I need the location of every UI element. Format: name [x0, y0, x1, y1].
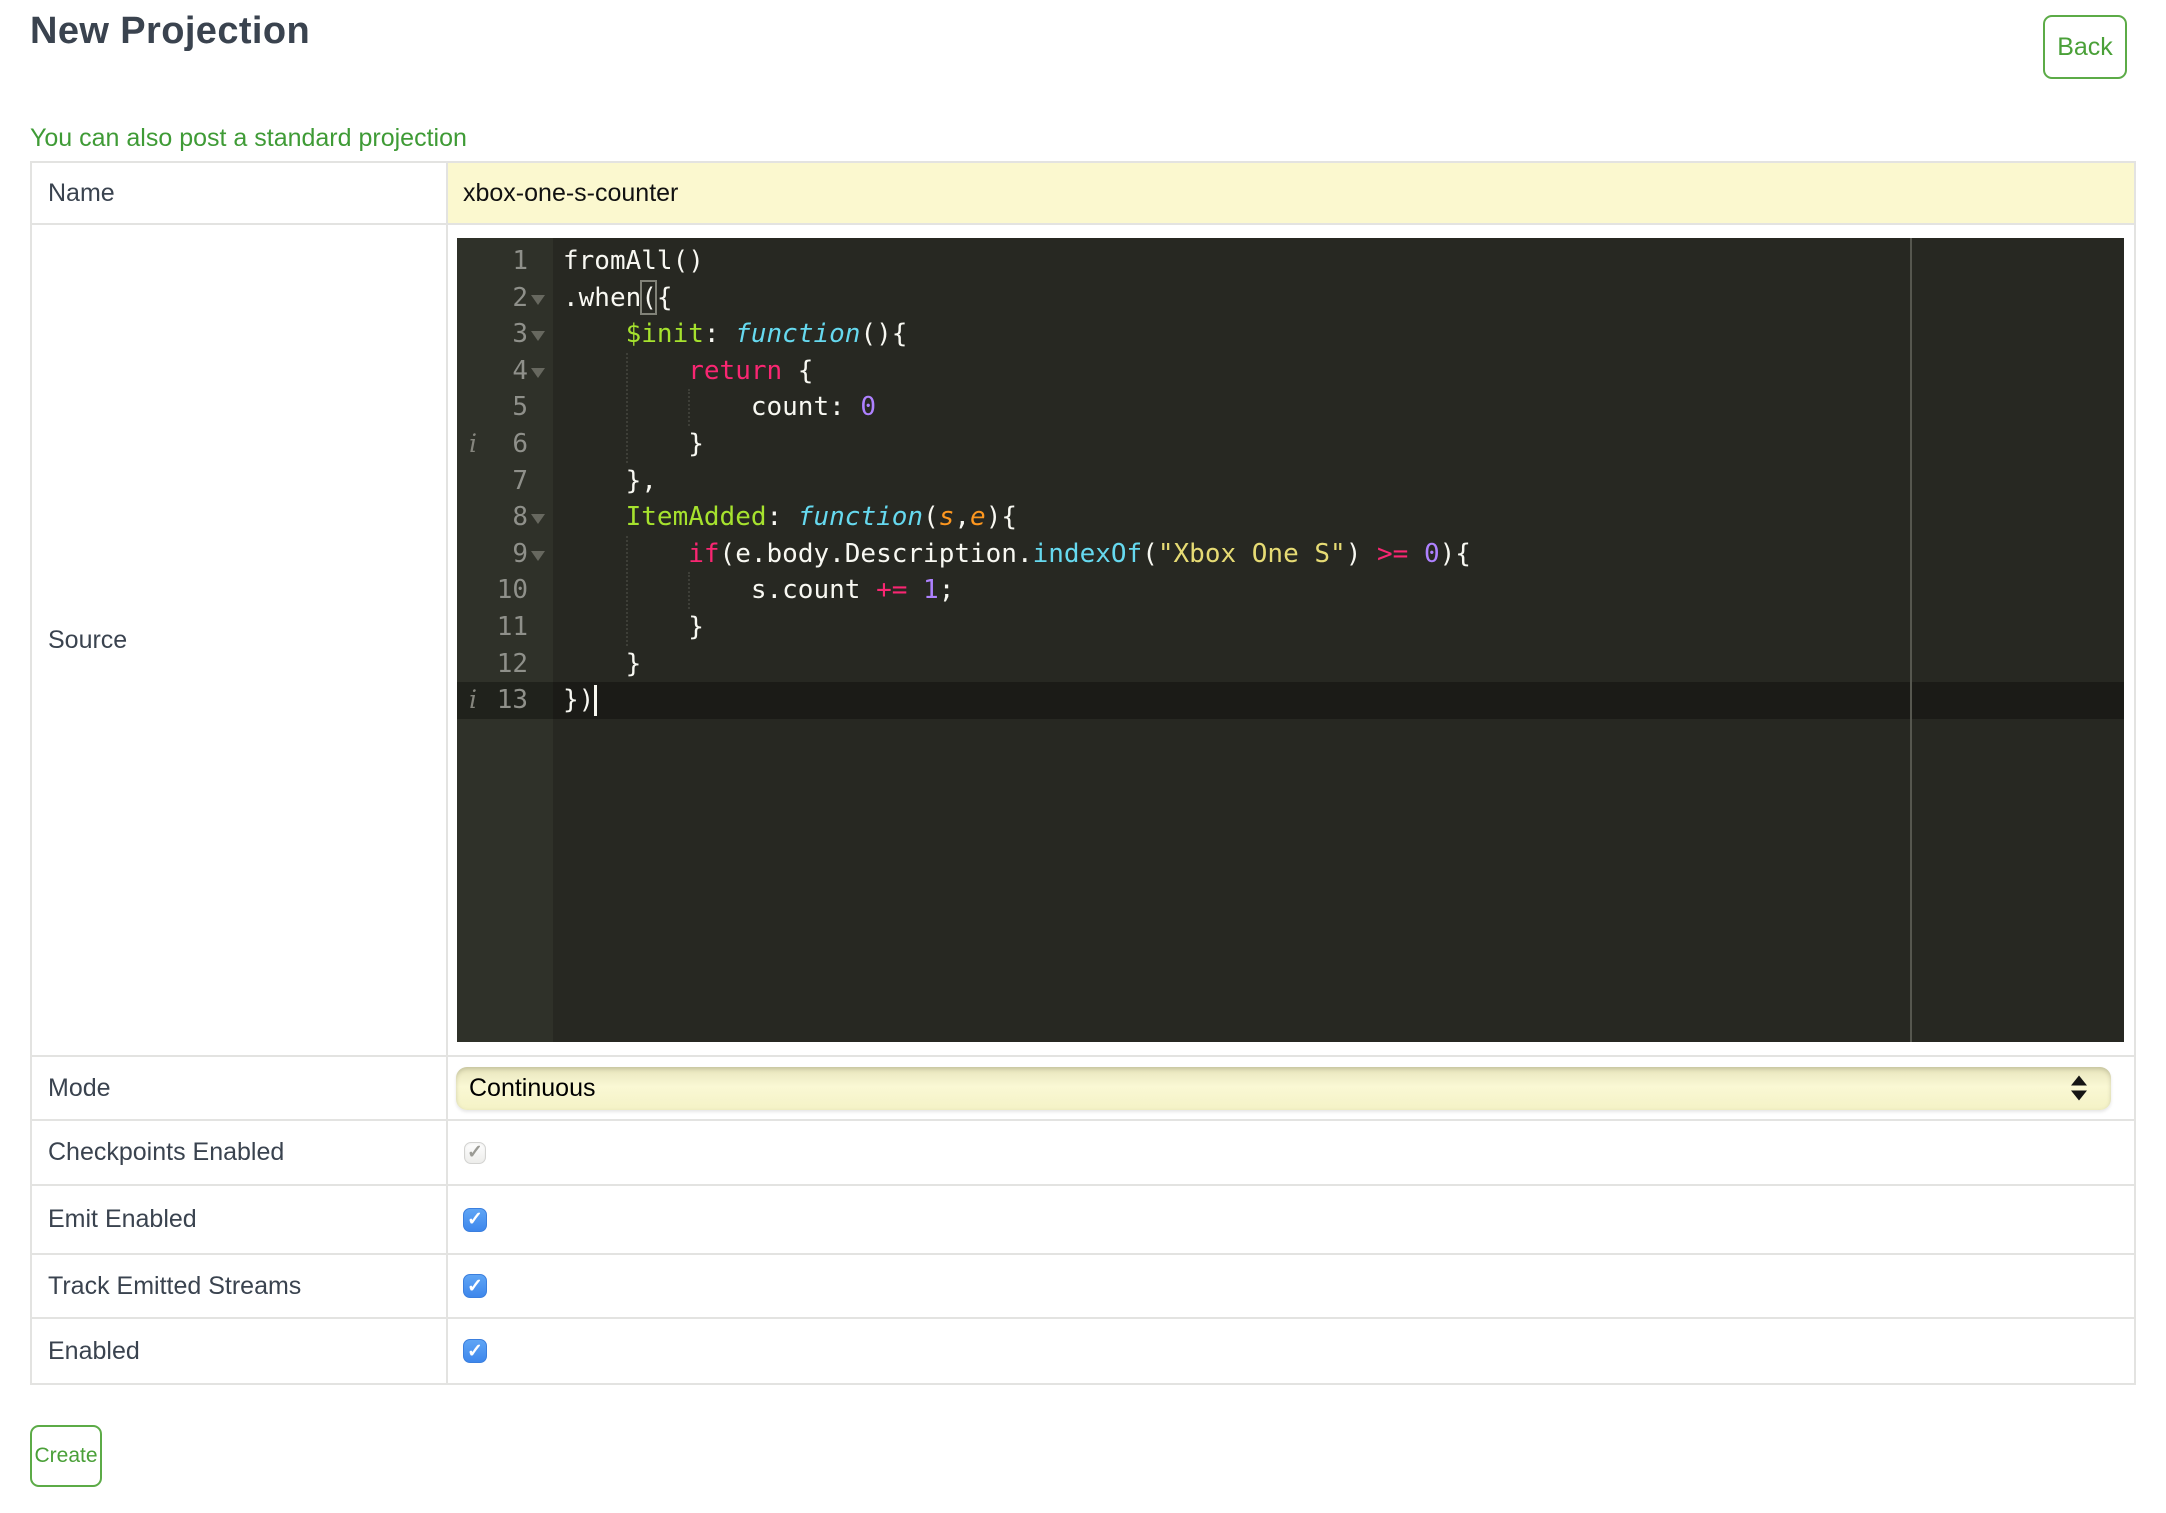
row-emit-enabled: Emit Enabled	[32, 1184, 2134, 1253]
mode-select[interactable]: Continuous	[456, 1066, 2111, 1110]
code-line: 11 }	[457, 609, 2124, 646]
page-title: New Projection	[30, 10, 311, 52]
line-number: 7	[512, 465, 528, 496]
create-button[interactable]: Create	[30, 1425, 102, 1487]
emit-enabled-label: Emit Enabled	[32, 1186, 448, 1253]
source-value-cell: 1 fromAll() 2 .when({3 $init: function(){4 …	[448, 225, 2134, 1055]
code-line: 8 ItemAdded: function(s,e){	[457, 499, 2124, 536]
bracket-match-box	[640, 280, 657, 315]
name-input[interactable]	[448, 163, 2134, 223]
enabled-checkbox[interactable]	[463, 1339, 487, 1363]
code-line: 1 fromAll()	[457, 243, 2124, 280]
code-line: i6 }	[457, 426, 2124, 463]
enabled-label: Enabled	[32, 1319, 448, 1383]
track-value-cell	[448, 1255, 2134, 1317]
code-line: i 13})	[457, 682, 2124, 719]
line-number: 4	[512, 355, 528, 386]
code-line: 4 return {	[457, 353, 2124, 390]
line-number: 2	[512, 282, 528, 313]
row-enabled: Enabled	[32, 1317, 2134, 1383]
line-number: 9	[512, 538, 528, 569]
fold-arrow-icon[interactable]	[531, 331, 545, 342]
row-checkpoints-enabled: Checkpoints Enabled	[32, 1119, 2134, 1184]
track-emitted-streams-label: Track Emitted Streams	[32, 1255, 448, 1317]
row-mode: Mode Continuous	[32, 1055, 2134, 1119]
fold-arrow-icon[interactable]	[531, 367, 545, 378]
row-track-emitted-streams: Track Emitted Streams	[32, 1253, 2134, 1317]
code-lines: 1 fromAll() 2 .when({3 $init: function(){4 …	[457, 243, 2124, 719]
emit-enabled-checkbox[interactable]	[463, 1207, 487, 1232]
row-name: Name	[32, 163, 2134, 223]
line-number: 11	[496, 611, 528, 642]
fold-arrow-icon[interactable]	[531, 294, 545, 305]
standard-projection-link[interactable]: You can also post a standard projection	[30, 124, 467, 153]
code-line: 7 },	[457, 463, 2124, 500]
checkpoints-enabled-label: Checkpoints Enabled	[32, 1121, 448, 1184]
track-emitted-streams-checkbox[interactable]	[463, 1274, 487, 1298]
name-label: Name	[32, 163, 448, 223]
info-icon: i	[469, 685, 477, 715]
cursor-caret	[594, 685, 597, 716]
info-icon: i	[469, 428, 477, 458]
checkpoints-value-cell	[448, 1121, 2134, 1184]
code-line: 12 }	[457, 646, 2124, 683]
projection-form-table: Name Source 1fromAll()2.when({3 $init: f…	[30, 161, 2136, 1385]
line-number: 12	[496, 648, 528, 679]
new-projection-page: New Projection Back You can also post a …	[0, 0, 2166, 1513]
enabled-value-cell	[448, 1319, 2134, 1383]
mode-value-cell: Continuous	[448, 1057, 2134, 1119]
line-number: 1	[512, 246, 528, 276]
source-editor[interactable]: 1 fromAll() 2 .when({3 $init: function(){4 …	[457, 238, 2124, 1042]
mode-label: Mode	[32, 1057, 448, 1119]
back-button[interactable]: Back	[2043, 15, 2127, 79]
line-number: 8	[512, 502, 528, 533]
line-number: 10	[496, 575, 528, 606]
code-line: 5 count: 0	[457, 389, 2124, 426]
source-label: Source	[32, 225, 448, 1055]
line-number: 5	[512, 392, 528, 423]
row-source: Source 1 fromAll() 2 .when({3 $init: functi…	[32, 223, 2134, 1055]
emit-value-cell	[448, 1186, 2134, 1253]
fold-arrow-icon[interactable]	[531, 550, 545, 561]
checkpoints-enabled-checkbox	[464, 1141, 486, 1164]
line-number: 3	[512, 319, 528, 350]
code-line: 9 if(e.body.Description.indexOf("Xbox On…	[457, 536, 2124, 573]
code-line: 3 $init: function(){	[457, 316, 2124, 353]
code-line: 10 s.count += 1;	[457, 572, 2124, 609]
line-number: 6	[512, 428, 528, 459]
line-number: 13	[496, 685, 528, 716]
fold-arrow-icon[interactable]	[531, 514, 545, 525]
name-value-cell	[448, 163, 2134, 223]
code-line: 2 .when({	[457, 280, 2124, 317]
